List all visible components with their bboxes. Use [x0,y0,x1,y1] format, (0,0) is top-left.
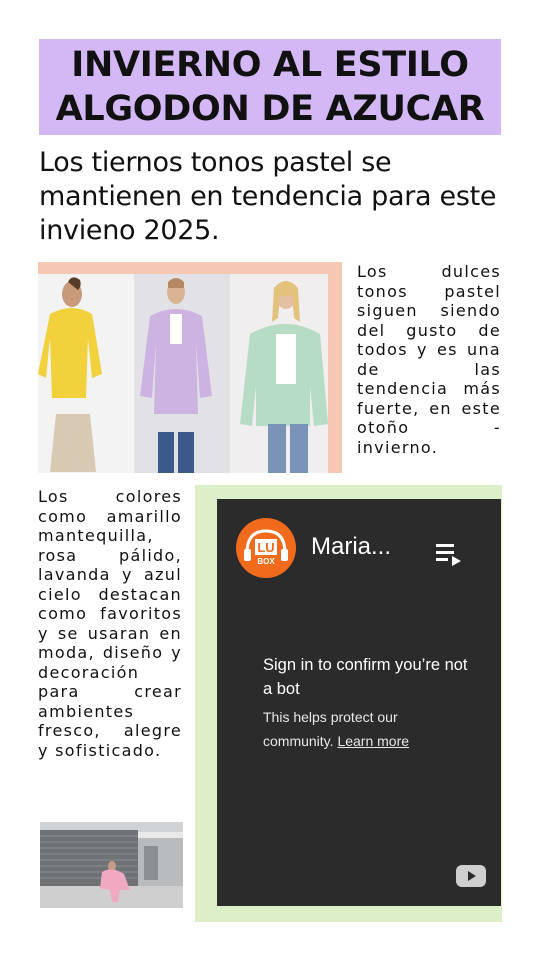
title-banner: INVIERNO AL ESTILO ALGODON DE AZUCAR [39,39,501,135]
paragraph-featured-colors: Los colores como amarillo mantequilla, r… [38,487,182,760]
page-title-line-2: ALGODON DE AZUCAR [55,89,485,129]
playlist-icon[interactable] [435,541,463,567]
pastel-jackets-photo [38,274,328,473]
signin-title: Sign in to confirm you’re not a bot [263,656,468,698]
page-title-line-1: INVIERNO AL ESTILO [71,45,469,85]
youtube-icon[interactable] [456,865,486,887]
street-fashion-photo [40,822,183,908]
video-title[interactable]: Maria... [311,533,411,561]
video-embed[interactable]: LU BOX Maria... Sign in to confirm you’r… [217,499,501,906]
channel-logo-icon[interactable]: LU BOX [235,517,297,579]
learn-more-link[interactable]: Learn more [337,733,409,749]
signin-description: This helps protect our community. Learn … [263,705,463,753]
channel-logo-text: LU [257,540,274,555]
page-subtitle: Los tiernos tonos pastel se mantienen en… [39,147,497,246]
paragraph-pastel-tones: Los dulces tonos pastel siguen siendo de… [357,262,501,457]
fashion-photo-frame [38,262,342,473]
channel-logo-subtext: BOX [257,557,275,566]
